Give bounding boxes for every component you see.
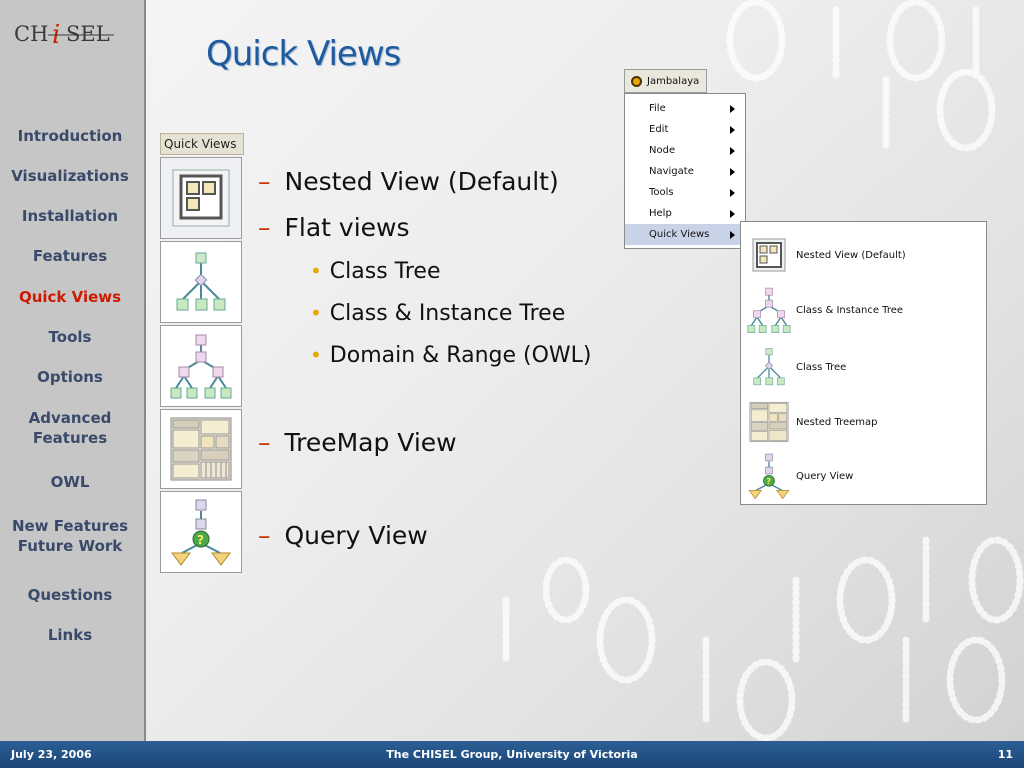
sidebar-item-links[interactable]: Links [4, 625, 136, 645]
sidebar-item-options[interactable]: Options [4, 367, 136, 387]
sidebar-item-introduction[interactable]: Introduction [4, 126, 136, 146]
class-instance-tree-icon [170, 334, 232, 399]
sidebar-item-advanced-features[interactable]: Advanced Features [4, 408, 136, 448]
menu-title-label: Jambalaya [647, 76, 700, 87]
dot-marker: • [310, 343, 322, 367]
submenu-item-class-tree[interactable]: Class Tree [741, 342, 986, 392]
jambalaya-menu-button[interactable]: Jambalaya [624, 69, 707, 93]
footer-page-number: 11 [997, 748, 1013, 761]
bullet-class-tree: • Class Tree [310, 259, 441, 284]
dot-marker: • [310, 301, 322, 325]
dash-marker: – [258, 521, 271, 550]
submenu-arrow-icon [730, 231, 735, 239]
bullet-flat-views: – Flat views [258, 213, 410, 242]
nested-view-icon [172, 169, 230, 227]
submenu-item-label: Nested View (Default) [796, 249, 906, 261]
menu-item-label: Help [649, 208, 672, 219]
svg-text:SEL: SEL [66, 22, 110, 46]
treemap-icon [749, 401, 789, 443]
submenu-item-class-instance-tree[interactable]: Class & Instance Tree [741, 285, 986, 335]
bullet-text: TreeMap View [284, 428, 457, 457]
dot-marker: • [310, 259, 322, 283]
bullet-query-view: – Query View [258, 521, 428, 550]
submenu-item-nested-treemap[interactable]: Nested Treemap [741, 397, 986, 447]
footer-organization: The CHISEL Group, University of Victoria [386, 748, 638, 761]
bullet-text: Query View [284, 521, 428, 550]
sidebar-item-questions[interactable]: Questions [4, 585, 136, 605]
bullet-class-instance-tree: • Class & Instance Tree [310, 301, 565, 326]
query-view-icon: ? [748, 453, 790, 500]
bullet-text: Flat views [284, 213, 410, 242]
menu-item-navigate[interactable]: Navigate [625, 161, 745, 182]
menu-item-node[interactable]: Node [625, 140, 745, 161]
chisel-logo: CH i SEL [14, 14, 136, 50]
bullet-text: Class & Instance Tree [329, 301, 566, 326]
bullet-domain-range: • Domain & Range (OWL) [310, 343, 592, 368]
submenu-arrow-icon [730, 105, 735, 113]
strip-header: Quick Views [160, 133, 244, 155]
sidebar-item-quick-views[interactable]: Quick Views [4, 287, 136, 307]
bullet-text: Nested View (Default) [284, 167, 559, 196]
menu-item-label: Tools [649, 187, 674, 198]
dash-marker: – [258, 167, 271, 196]
jambalaya-dropdown-menu: File Edit Node Navigate Tools Help Quick… [624, 93, 746, 249]
jambalaya-icon [631, 76, 642, 87]
menu-item-file[interactable]: File [625, 98, 745, 119]
dash-marker: – [258, 213, 271, 242]
bullet-text: Class Tree [329, 259, 441, 284]
treemap-icon [170, 417, 232, 481]
svg-text:CH: CH [14, 22, 48, 46]
submenu-item-label: Class Tree [796, 361, 847, 373]
svg-text:?: ? [766, 476, 771, 486]
menu-item-edit[interactable]: Edit [625, 119, 745, 140]
nested-view-icon [752, 238, 786, 272]
class-instance-tree-tile[interactable] [160, 325, 242, 407]
footer-bar: July 23, 2006 The CHISEL Group, Universi… [0, 741, 1024, 768]
class-tree-tile[interactable] [160, 241, 242, 323]
sidebar: CH i SEL Introduction Visualizations Ins… [0, 0, 146, 741]
nested-view-tile[interactable] [160, 157, 242, 239]
submenu-item-nested-view[interactable]: Nested View (Default) [741, 230, 986, 280]
class-tree-icon [176, 252, 226, 311]
menu-item-label: Edit [649, 124, 669, 135]
bullet-treemap-view: – TreeMap View [258, 428, 457, 457]
menu-item-help[interactable]: Help [625, 203, 745, 224]
page-title: Quick Views [206, 34, 401, 74]
menu-item-label: Navigate [649, 166, 694, 177]
submenu-arrow-icon [730, 189, 735, 197]
submenu-item-label: Query View [796, 470, 854, 482]
query-view-icon: ? [171, 499, 231, 566]
submenu-arrow-icon [730, 147, 735, 155]
treemap-view-tile[interactable] [160, 409, 242, 489]
submenu-item-label: Nested Treemap [796, 416, 878, 428]
quick-views-submenu: Nested View (Default) Class & Instance T… [740, 221, 987, 505]
class-instance-tree-icon [747, 287, 791, 333]
bullet-nested-view: – Nested View (Default) [258, 167, 559, 196]
submenu-arrow-icon [730, 210, 735, 218]
query-view-tile[interactable]: ? [160, 491, 242, 573]
submenu-arrow-icon [730, 126, 735, 134]
sidebar-item-tools[interactable]: Tools [4, 327, 136, 347]
menu-item-tools[interactable]: Tools [625, 182, 745, 203]
submenu-arrow-icon [730, 168, 735, 176]
sidebar-item-owl[interactable]: OWL [4, 472, 136, 492]
sidebar-item-visualizations[interactable]: Visualizations [4, 166, 136, 186]
menu-item-quick-views[interactable]: Quick Views [625, 224, 745, 245]
submenu-item-query-view[interactable]: ? Query View [741, 451, 986, 501]
submenu-item-label: Class & Instance Tree [796, 304, 904, 316]
quick-views-icon-strip: Quick Views ? [160, 133, 244, 573]
menu-item-label: Node [649, 145, 676, 156]
sidebar-item-features[interactable]: Features [4, 246, 136, 266]
sidebar-item-installation[interactable]: Installation [4, 206, 136, 226]
svg-text:?: ? [197, 533, 204, 547]
dash-marker: – [258, 428, 271, 457]
class-tree-icon [753, 348, 785, 386]
menu-item-label: Quick Views [649, 229, 710, 240]
bullet-text: Domain & Range (OWL) [329, 343, 592, 368]
sidebar-item-new-features-future-work[interactable]: New Features Future Work [4, 516, 136, 556]
menu-item-label: File [649, 103, 666, 114]
